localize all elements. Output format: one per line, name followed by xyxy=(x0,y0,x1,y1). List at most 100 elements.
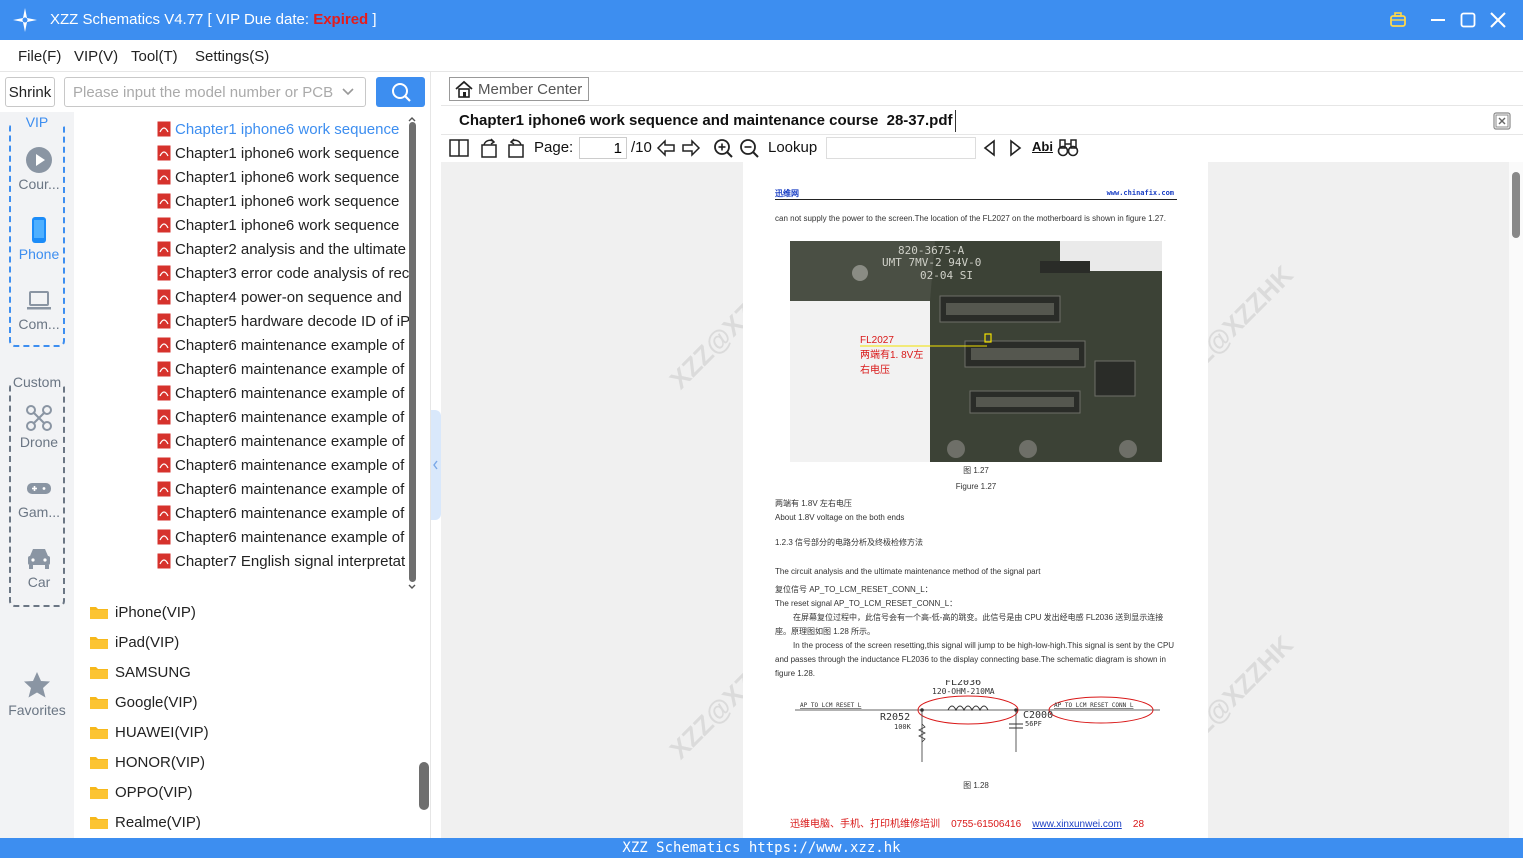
tree-file-item[interactable]: Chapter1 iphone6 work sequence xyxy=(157,189,419,213)
match-case-toggle[interactable]: Abi xyxy=(1032,139,1053,154)
schematic-c-value: 56PF xyxy=(1025,720,1042,728)
tree-folder-item[interactable]: HUAWEI(VIP) xyxy=(89,717,209,747)
phone-icon xyxy=(32,217,46,243)
maximize-button[interactable] xyxy=(1456,8,1480,32)
board-marking-3: 02-04 SI xyxy=(920,269,973,282)
menu-file[interactable]: File(F) xyxy=(18,48,61,65)
sidebar-toggle-icon[interactable] xyxy=(448,137,470,159)
tree-folder-item[interactable]: SAMSUNG xyxy=(89,657,191,687)
tree-folder-label: Realme(VIP) xyxy=(115,813,201,831)
tree-file-label: Chapter1 iphone6 work sequence xyxy=(175,168,400,186)
tree-file-item[interactable]: Chapter6 maintenance example of xyxy=(157,525,419,549)
pdf-file-icon xyxy=(157,145,171,161)
page-number-input[interactable] xyxy=(579,137,627,159)
folder-icon xyxy=(90,697,108,709)
paragraph-cn: 在屏幕复位过程中，此信号会有一个高-低-高的跳变。此信号是由 CPU 发出经电感… xyxy=(775,613,1164,636)
tree-file-item[interactable]: Chapter6 maintenance example of xyxy=(157,429,419,453)
binoculars-icon[interactable] xyxy=(1057,137,1079,159)
tree-folder-item[interactable]: HONOR(VIP) xyxy=(89,747,205,777)
collapse-handle[interactable] xyxy=(431,410,441,520)
find-previous-icon[interactable] xyxy=(979,137,1001,159)
nav-course[interactable]: Cour... xyxy=(11,146,67,192)
motherboard-illustration: 820-3675-A UMT 7MV-2 94V-0 02-04 SI xyxy=(790,241,1162,462)
panel-scrollbar-thumb[interactable] xyxy=(419,762,429,810)
tree-folder-item[interactable]: Google(VIP) xyxy=(89,687,198,717)
folder-icon xyxy=(90,607,108,619)
minimize-button[interactable] xyxy=(1426,8,1450,32)
nav-favorites[interactable]: Favorites xyxy=(0,670,74,718)
tree-file-label: Chapter5 hardware decode ID of iP xyxy=(175,312,411,330)
tree-scroll-down-icon[interactable] xyxy=(407,582,417,592)
next-page-icon[interactable] xyxy=(680,137,702,159)
tree-file-label: Chapter1 iphone6 work sequence xyxy=(175,144,400,162)
tree-file-item[interactable]: Chapter6 maintenance example of xyxy=(157,501,419,525)
tree-folder-item[interactable]: iPad(VIP) xyxy=(89,627,179,657)
tree-file-item[interactable]: Chapter3 error code analysis of rec xyxy=(157,261,419,285)
tree-folder-item[interactable]: iPhone(VIP) xyxy=(89,597,196,627)
footer-link[interactable]: www.xinxunwei.com xyxy=(1032,819,1121,830)
menu-vip[interactable]: VIP(V) xyxy=(74,48,118,65)
pdf-file-icon xyxy=(157,457,171,473)
tree-file-item[interactable]: Chapter2 analysis and the ultimate xyxy=(157,237,419,261)
tree-folder-label: SAMSUNG xyxy=(115,663,191,681)
tree-file-item[interactable]: Chapter6 maintenance example of xyxy=(157,333,419,357)
nav-course-label: Cour... xyxy=(18,176,60,192)
member-center-button[interactable]: Member Center xyxy=(449,77,589,101)
nav-phone[interactable]: Phone xyxy=(11,216,67,262)
menu-settings[interactable]: Settings(S) xyxy=(195,48,269,65)
model-search-input[interactable] xyxy=(64,77,366,107)
tree-file-item[interactable]: Chapter4 power-on sequence and xyxy=(157,285,419,309)
menu-tool[interactable]: Tool(T) xyxy=(131,48,178,65)
close-button[interactable] xyxy=(1486,8,1510,32)
pdf-file-icon xyxy=(157,505,171,521)
nav-car[interactable]: Car xyxy=(11,544,67,590)
tree-file-item[interactable]: Chapter6 maintenance example of xyxy=(157,477,419,501)
tree-file-item[interactable]: Chapter1 iphone6 work sequence xyxy=(157,213,419,237)
tree-file-item[interactable]: Chapter1 iphone6 work sequence xyxy=(157,165,419,189)
rotate-right-icon[interactable] xyxy=(505,137,527,159)
pdf-file-icon xyxy=(157,193,171,209)
tree-file-item[interactable]: Chapter6 maintenance example of xyxy=(157,453,419,477)
tree-file-item[interactable]: Chapter5 hardware decode ID of iP xyxy=(157,309,419,333)
pdf-file-icon xyxy=(157,481,171,497)
previous-page-icon[interactable] xyxy=(655,137,677,159)
chevron-down-icon[interactable] xyxy=(340,84,356,100)
pdf-toolbar: Page: /10 Lookup Abi xyxy=(441,135,1523,161)
nav-drone[interactable]: Drone xyxy=(11,404,67,450)
pdf-file-icon xyxy=(157,385,171,401)
tree-file-item[interactable]: Chapter6 maintenance example of xyxy=(157,381,419,405)
viewer-scrollbar-thumb[interactable] xyxy=(1512,172,1520,238)
tree-file-item[interactable]: Chapter6 maintenance example of xyxy=(157,405,419,429)
tree-folder-item[interactable]: Realme(VIP) xyxy=(89,807,201,837)
nav-computer[interactable]: Com... xyxy=(11,286,67,332)
viewer-scrollbar[interactable] xyxy=(1509,162,1523,838)
tree-file-label: Chapter2 analysis and the ultimate xyxy=(175,240,406,258)
lookup-input[interactable] xyxy=(826,137,976,159)
title-suffix: ] xyxy=(368,11,377,28)
tree-file-item[interactable]: Chapter1 iphone6 work sequence xyxy=(157,141,419,165)
search-button[interactable] xyxy=(376,77,425,107)
pdf-viewer[interactable]: XZZ@XZZHK XZZ@XZZHK XZZ@XZZHK XZZ@XZZHK … xyxy=(441,162,1523,838)
page-total: /10 xyxy=(631,139,652,156)
zoom-in-icon[interactable] xyxy=(712,137,734,159)
rotate-left-icon[interactable] xyxy=(478,137,500,159)
tree-file-item[interactable]: Chapter6 maintenance example of xyxy=(157,357,419,381)
tree-scrollbar-thumb[interactable] xyxy=(409,122,416,582)
window-title: XZZ Schematics V4.77 [ VIP Due date: Exp… xyxy=(50,11,377,28)
briefcase-button[interactable] xyxy=(1386,8,1410,32)
fl2027-line2: 两端有1. 8V左 xyxy=(860,350,924,361)
tree-folder-item[interactable]: OPPO(VIP) xyxy=(89,777,193,807)
find-next-icon[interactable] xyxy=(1004,137,1026,159)
drone-icon xyxy=(26,405,52,431)
viewer-panel: Member Center Chapter1 iphone6 work sequ… xyxy=(441,72,1523,838)
zoom-out-icon[interactable] xyxy=(738,137,760,159)
shrink-button[interactable]: Shrink xyxy=(5,77,55,107)
tree-file-item[interactable]: Chapter7 English signal interpretat xyxy=(157,549,419,573)
nav-game[interactable]: Gam... xyxy=(11,474,67,520)
tree-file-item[interactable]: Chapter1 iphone6 work sequence xyxy=(157,117,419,141)
close-document-icon[interactable] xyxy=(1493,112,1511,130)
document-title[interactable]: Chapter1 iphone6 work sequence and maint… xyxy=(459,112,952,129)
app-window: XZZ Schematics V4.77 [ VIP Due date: Exp… xyxy=(0,0,1523,858)
document-tree: Chapter1 iphone6 work sequence Chapter1 i… xyxy=(74,112,419,838)
tree-file-label: Chapter1 iphone6 work sequence xyxy=(175,192,400,210)
